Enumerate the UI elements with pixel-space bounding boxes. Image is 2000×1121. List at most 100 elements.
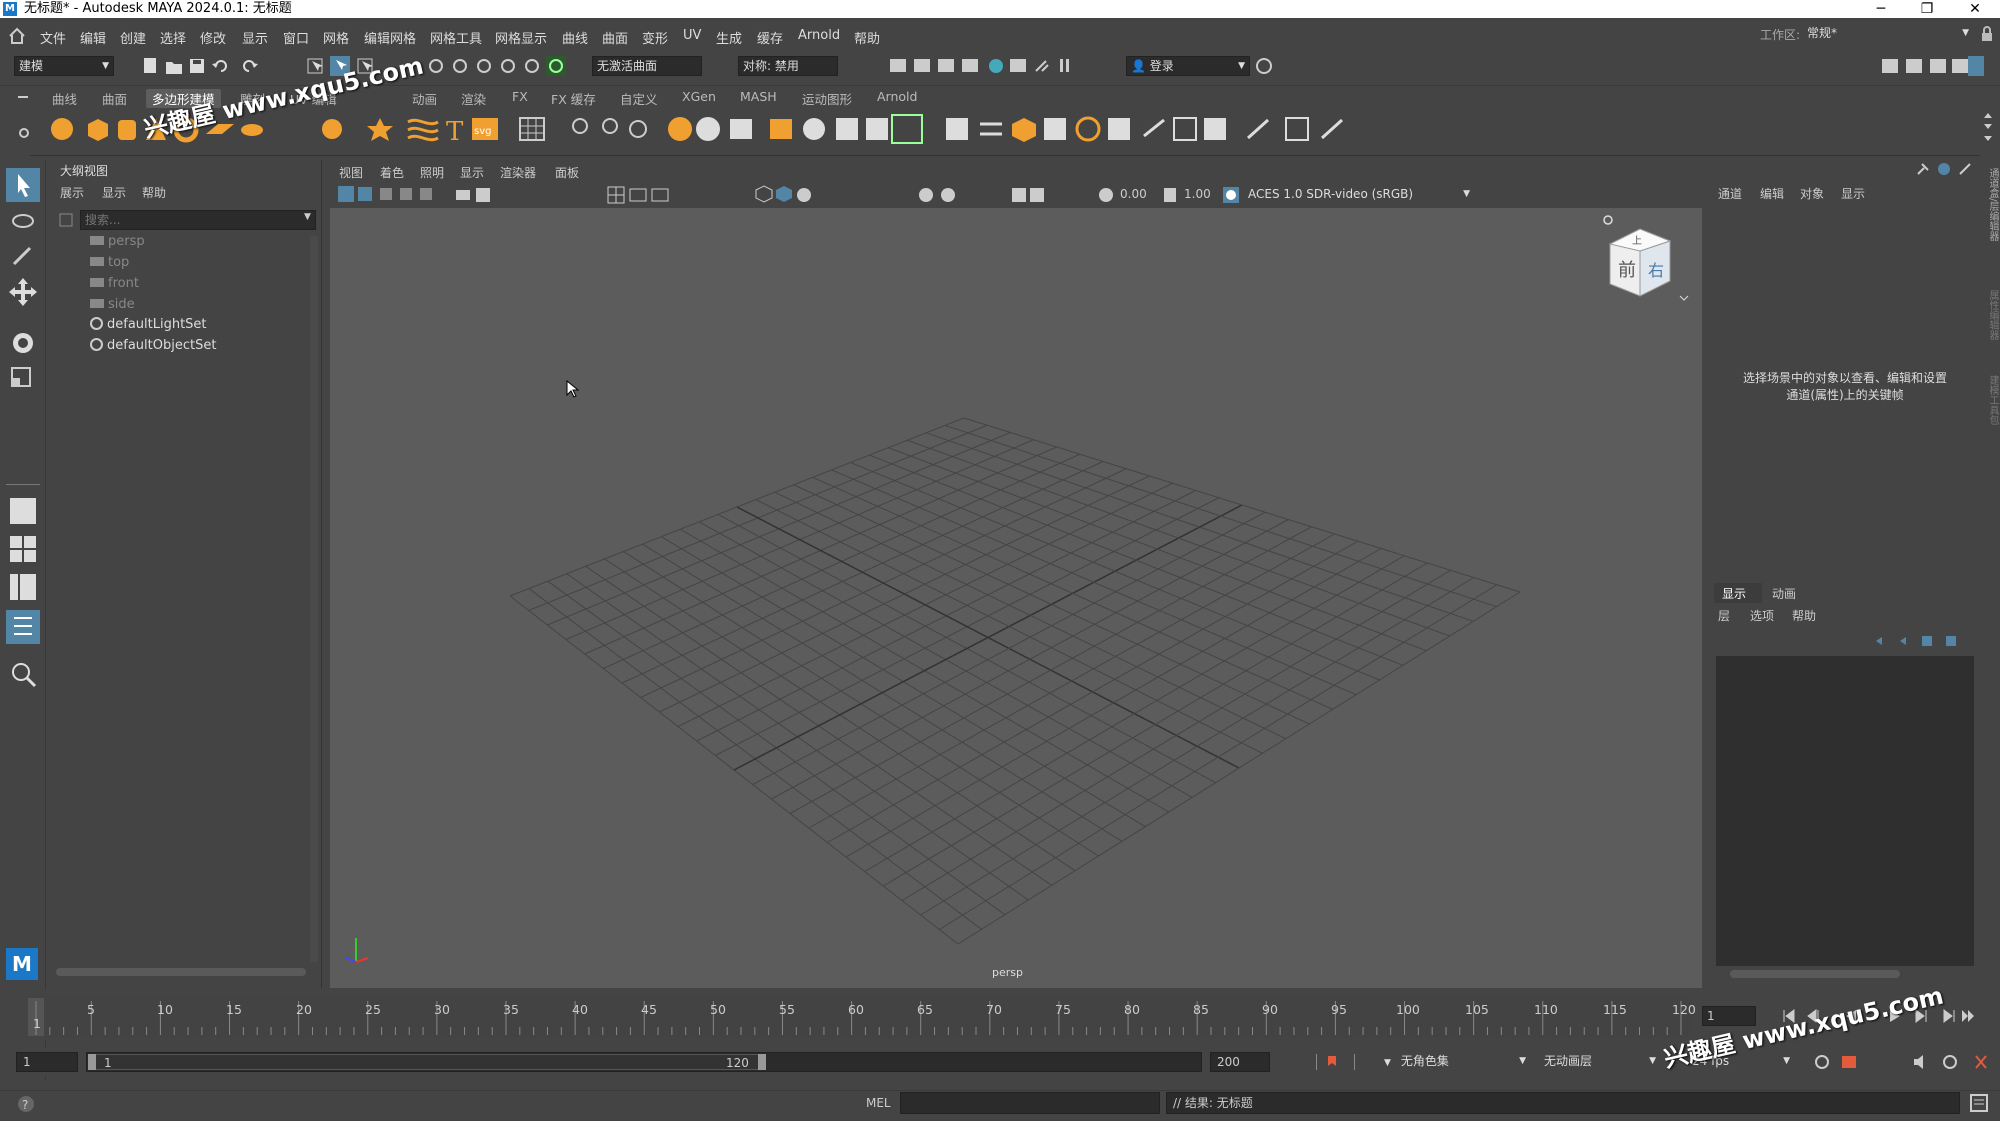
snap-curve-icon[interactable] <box>453 59 467 73</box>
outliner-hscroll[interactable] <box>56 968 306 976</box>
poly-cube-icon[interactable] <box>88 119 108 141</box>
viewport-menu-lighting[interactable]: 照明 <box>420 164 444 181</box>
modeling-toolkit-icon[interactable] <box>1882 59 1898 73</box>
auto-key-icon[interactable] <box>1316 1052 1356 1072</box>
menu-edit-mesh[interactable]: 编辑网格 <box>364 28 416 47</box>
layer-list[interactable] <box>1716 656 1974 966</box>
rotate-tool-icon[interactable] <box>13 333 33 353</box>
viewport-menu-view[interactable]: 视图 <box>339 164 363 181</box>
bookmark-icon[interactable] <box>380 188 392 200</box>
attribute-editor-icon[interactable] <box>1930 59 1946 73</box>
new-scene-icon[interactable] <box>144 58 156 73</box>
menu-mesh[interactable]: 网格 <box>323 28 349 47</box>
sweep-mesh-icon[interactable] <box>367 118 393 141</box>
snap-view-plane-icon[interactable] <box>525 59 539 73</box>
menu-deform[interactable]: 变形 <box>642 28 668 47</box>
make-live-icon[interactable] <box>546 56 566 76</box>
menu-mesh-display[interactable]: 网格显示 <box>495 28 547 47</box>
undo-icon[interactable] <box>212 60 227 72</box>
paint-select-tool-icon[interactable] <box>12 246 32 266</box>
lock-camera-icon[interactable] <box>358 187 372 201</box>
loop-icon[interactable] <box>1815 1055 1829 1069</box>
edit-icon[interactable] <box>1959 163 1971 175</box>
snap-projected-icon[interactable] <box>501 59 515 73</box>
outliner-item-front[interactable]: front <box>90 276 310 294</box>
command-input[interactable] <box>900 1092 1160 1114</box>
four-view-layout-icon[interactable] <box>10 536 36 562</box>
go-to-end-key-icon[interactable] <box>1962 1010 1974 1022</box>
select-camera-icon[interactable] <box>338 186 354 202</box>
multi-cut-icon[interactable] <box>1143 118 1165 138</box>
help-search-icon[interactable] <box>1254 56 1274 76</box>
shelf-tab-arnold[interactable]: Arnold <box>877 89 917 104</box>
pause-icon[interactable] <box>1060 59 1069 72</box>
cache-playback-icon[interactable] <box>1842 1056 1856 1068</box>
hypershade-icon[interactable] <box>989 59 1003 73</box>
shelf-tab-rendering[interactable]: 渲染 <box>461 89 486 108</box>
animation-preferences-icon[interactable] <box>1975 1055 1987 1069</box>
render-settings-icon[interactable] <box>962 59 978 72</box>
scale-tool-icon[interactable] <box>11 367 31 387</box>
menu-display[interactable]: 显示 <box>242 28 268 47</box>
home-view-icon[interactable] <box>1603 215 1613 225</box>
chevron-down-icon[interactable] <box>1679 295 1689 301</box>
wireframe-icon[interactable] <box>755 185 773 203</box>
separate-icon[interactable] <box>602 118 618 134</box>
gamma-icon[interactable] <box>1164 188 1176 202</box>
append-polygon-icon[interactable] <box>1108 118 1130 140</box>
outliner-item-default-object-set[interactable]: defaultObjectSet <box>90 338 310 356</box>
shelf-menu-icon[interactable] <box>16 90 30 104</box>
reduce-icon[interactable] <box>836 118 858 140</box>
layer-menu-layers[interactable]: 层 <box>1718 607 1730 624</box>
character-set-select[interactable]: ▼ 无角色集 ▼ <box>1380 1052 1530 1072</box>
menu-generate[interactable]: 生成 <box>716 28 742 47</box>
image-plane-icon[interactable] <box>400 188 412 200</box>
poly-sphere-icon[interactable] <box>51 118 73 140</box>
outliner-search-input[interactable] <box>80 210 316 230</box>
viewport-menu-panels[interactable]: 面板 <box>555 164 579 181</box>
minimize-button[interactable]: ─ <box>1866 0 1896 18</box>
lasso-tool-icon[interactable] <box>12 214 34 228</box>
bridge-icon[interactable] <box>980 122 1002 136</box>
anim-layer-select[interactable]: 无动画层 ▼ <box>1540 1052 1660 1072</box>
side-tab-modeling-toolkit[interactable]: 建模工具包 <box>1984 375 1998 425</box>
outliner-item-persp[interactable]: persp <box>90 234 310 252</box>
help-icon[interactable]: ? <box>17 1095 35 1113</box>
hik-icon[interactable] <box>1906 59 1922 73</box>
channel-menu-object[interactable]: 对象 <box>1800 185 1824 202</box>
exposure-value[interactable]: 0.00 <box>1120 187 1147 201</box>
wedge-icon[interactable] <box>1075 116 1101 142</box>
menu-set-select[interactable]: 建模 ▼ <box>14 56 114 76</box>
symmetry-select[interactable]: 对称: 禁用 <box>738 56 838 76</box>
zoom-icon[interactable] <box>12 663 37 688</box>
extract-icon[interactable] <box>770 119 792 139</box>
quad-draw-icon[interactable] <box>1246 118 1270 140</box>
bevel-icon[interactable] <box>1012 118 1036 142</box>
outliner-layout-icon[interactable] <box>6 610 40 644</box>
remesh-icon[interactable] <box>866 118 888 140</box>
layer-tab-display[interactable]: 显示 <box>1714 583 1762 603</box>
move-layer-up-icon[interactable] <box>1876 637 1882 645</box>
smooth-shade-icon[interactable] <box>776 186 792 202</box>
shelf-tab-fx-caching[interactable]: FX 缓存 <box>551 89 596 108</box>
outliner-item-top[interactable]: top <box>90 255 310 273</box>
shelf-settings-icon[interactable] <box>18 126 30 140</box>
menu-arnold[interactable]: Arnold <box>798 28 840 43</box>
resolution-gate-icon[interactable] <box>651 188 669 202</box>
grease-pencil-icon[interactable] <box>476 188 490 202</box>
layer-hscroll[interactable] <box>1730 970 1900 978</box>
new-empty-layer-icon[interactable] <box>1922 636 1932 646</box>
menu-modify[interactable]: 修改 <box>200 28 226 47</box>
move-tool-icon[interactable] <box>9 278 37 306</box>
channel-menu-edit[interactable]: 编辑 <box>1760 185 1784 202</box>
channel-box-icon[interactable] <box>1968 56 1984 76</box>
outliner-menu-show[interactable]: 显示 <box>102 184 126 201</box>
isolate-select-icon[interactable] <box>919 188 933 202</box>
outliner-filter-icon[interactable] <box>58 212 74 228</box>
shelf-tab-custom[interactable]: 自定义 <box>620 89 658 108</box>
svg-icon[interactable]: svg <box>472 118 498 140</box>
go-to-end-icon[interactable] <box>1943 1009 1955 1023</box>
script-language-toggle[interactable]: MEL <box>866 1096 891 1110</box>
lock-icon[interactable] <box>1980 26 1994 42</box>
outliner-item-default-light-set[interactable]: defaultLightSet <box>90 317 310 335</box>
